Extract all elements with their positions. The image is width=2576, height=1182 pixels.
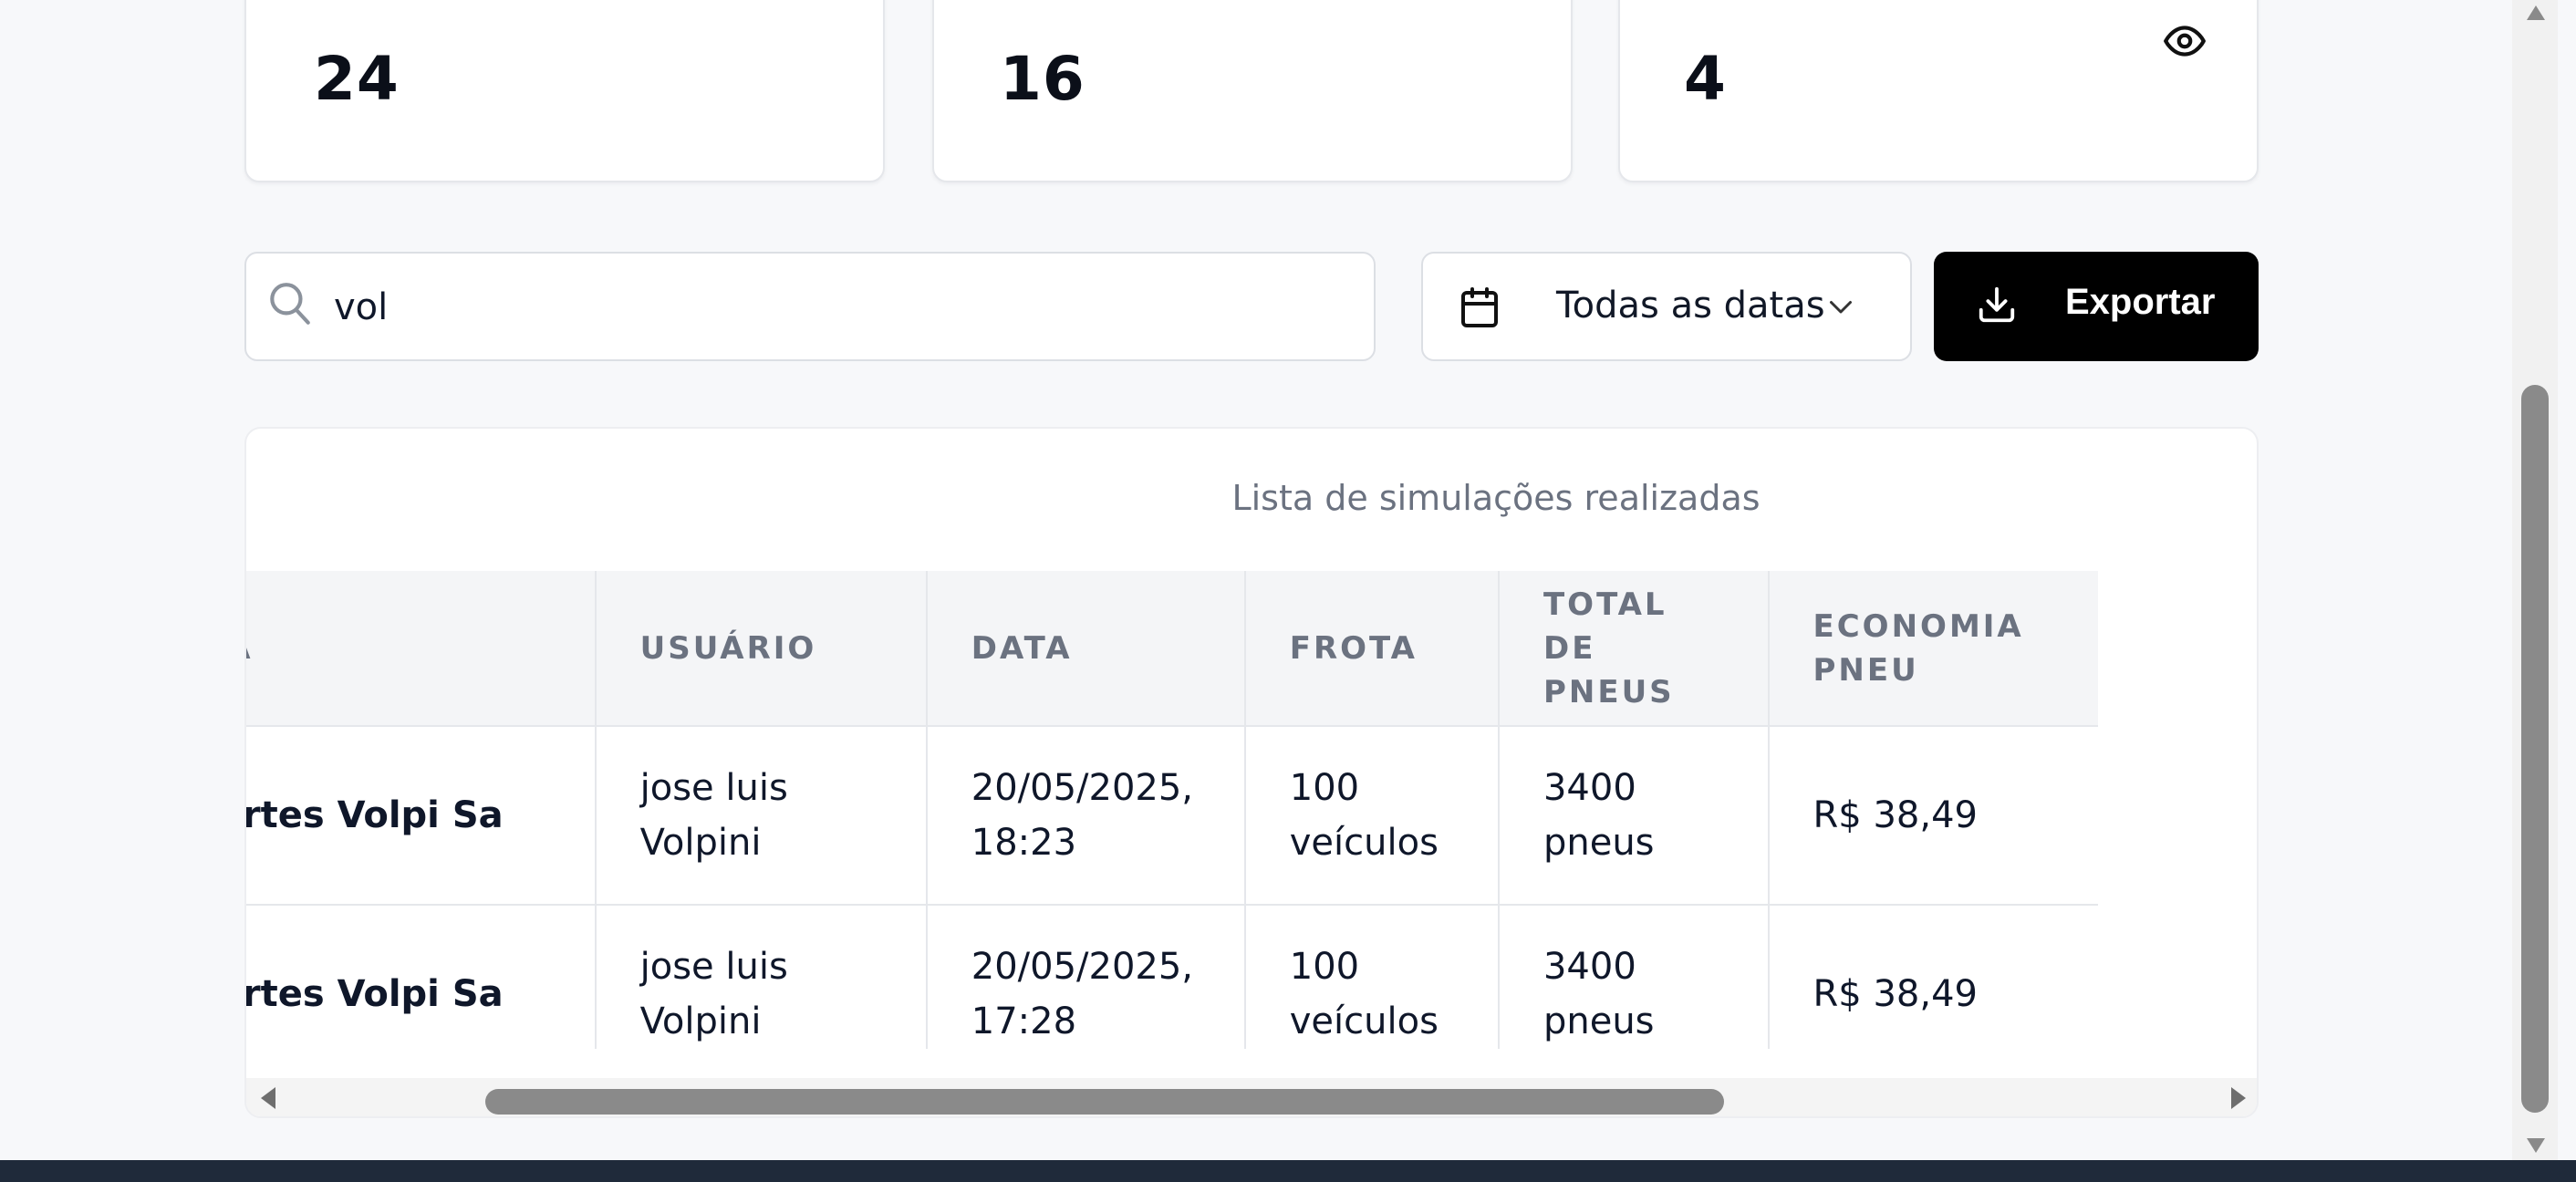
search-box[interactable] [244,252,1376,361]
stat-card-3: 4 [1618,0,2259,182]
table-header-row: ESA USUÁRIO DATA FROTA TOTAL DE PNEUS EC… [246,571,2098,726]
cell-data: 20/05/2025, 18:23 [925,725,1245,905]
stat-value: 16 [1000,44,1085,114]
date-filter-label: Todas as datas [1556,285,1825,327]
cell-frota: 100 veículos [1243,904,1499,1049]
calendar-icon [1461,287,1498,327]
stat-value: 4 [1684,44,1727,114]
col-header-usuario: USUÁRIO [594,571,927,726]
cell-total-pneus: 3400 pneus [1497,904,1769,1049]
taskbar-strip [0,1160,2576,1182]
horizontal-scrollbar[interactable] [246,1078,2257,1116]
vertical-scrollbar[interactable] [2512,0,2558,1160]
stat-card-1: 24 [244,0,885,182]
chevron-down-icon [1830,301,1852,314]
scroll-up-arrow-icon[interactable] [2525,2,2547,22]
download-icon [1979,286,2015,323]
col-header-frota: FROTA [1243,571,1499,726]
search-input[interactable] [334,268,1337,347]
export-label: Exportar [2065,282,2216,322]
cell-usuario: jose luis Volpini [594,904,927,1049]
cell-data: 20/05/2025, 17:28 [925,904,1245,1049]
simulations-table-card: Lista de simulações realizadas ESA USUÁR… [244,427,2259,1118]
col-header-total-pneus: TOTAL DE PNEUS [1497,571,1769,726]
stat-value: 24 [314,44,400,114]
date-filter-dropdown[interactable]: Todas as datas [1421,252,1912,361]
scroll-down-arrow-icon[interactable] [2525,1136,2547,1156]
table-scroll-area[interactable]: ESA USUÁRIO DATA FROTA TOTAL DE PNEUS EC… [246,571,2257,1049]
search-icon [270,283,310,325]
window-edge [2558,0,2576,1160]
export-button[interactable]: Exportar [1934,252,2259,361]
table-row[interactable]: ortes Volpi Sa jose luis Volpini 20/05/2… [246,904,2098,1049]
vertical-scrollbar-thumb[interactable] [2521,385,2549,1113]
cell-economia: R$ 38,49 [1767,904,2098,1049]
eye-icon[interactable] [2162,18,2207,64]
cell-frota: 100 veículos [1243,725,1499,905]
main-viewport: 24 16 4 Todas as datas [0,0,2512,1160]
col-header-economia-pneu: ECONOMIA PNEU [1767,571,2098,726]
cell-empresa: ortes Volpi Sa [246,904,596,1049]
col-header-data: DATA [925,571,1245,726]
cell-usuario: jose luis Volpini [594,725,927,905]
scroll-right-arrow-icon[interactable] [2228,1085,2249,1111]
cell-empresa: ortes Volpi Sa [246,725,596,905]
cell-economia: R$ 38,49 [1767,725,2098,905]
scroll-left-arrow-icon[interactable] [257,1085,279,1111]
table-caption: Lista de simulações realizadas [1231,478,1761,518]
stat-card-2: 16 [932,0,1573,182]
table-row[interactable]: ortes Volpi Sa jose luis Volpini 20/05/2… [246,725,2098,905]
cell-total-pneus: 3400 pneus [1497,725,1769,905]
horizontal-scrollbar-thumb[interactable] [485,1089,1724,1115]
simulations-table: ESA USUÁRIO DATA FROTA TOTAL DE PNEUS EC… [246,571,2098,1049]
col-header-empresa: ESA [246,571,596,726]
